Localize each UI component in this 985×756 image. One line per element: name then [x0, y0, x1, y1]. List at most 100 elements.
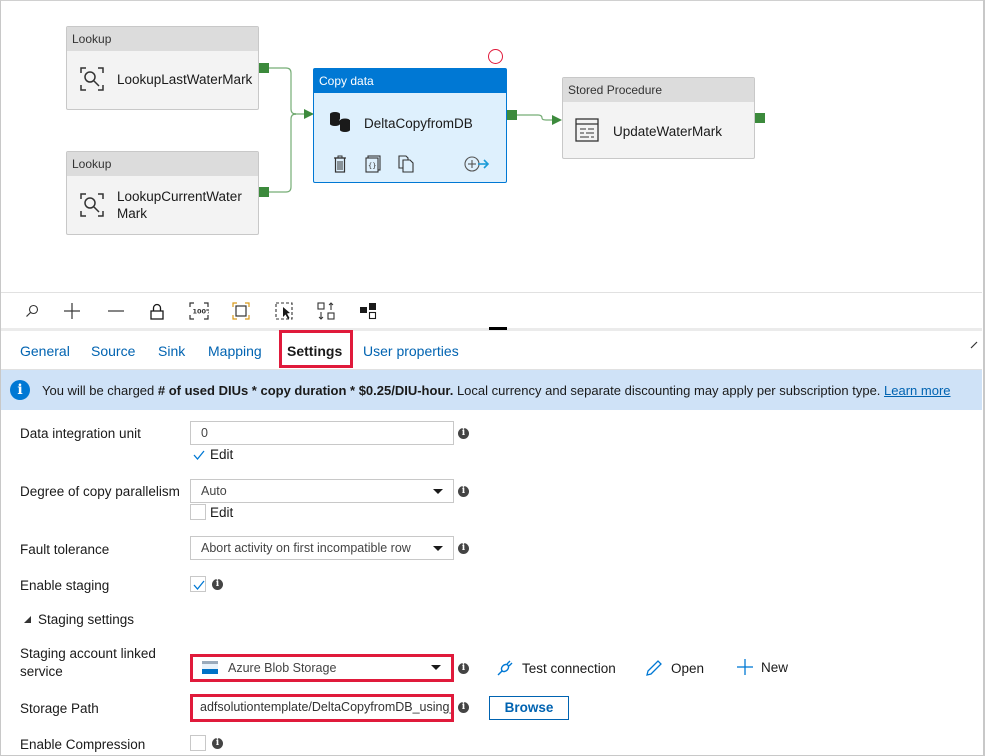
lock-button[interactable] — [146, 300, 168, 322]
diu-edit-label: Edit — [210, 447, 234, 462]
success-port[interactable] — [507, 110, 517, 120]
storage-path-label: Storage Path — [20, 701, 99, 716]
clone-icon[interactable] — [398, 155, 414, 173]
checkmark-icon — [193, 450, 205, 461]
tab-source[interactable]: Source — [91, 343, 135, 359]
tab-user-properties[interactable]: User properties — [363, 343, 459, 359]
connector-arrow — [552, 115, 562, 125]
activity-type-label: Stored Procedure — [563, 78, 754, 102]
zoom-100-button[interactable]: 100% — [188, 300, 210, 322]
chevron-down-icon — [433, 546, 443, 551]
code-icon[interactable]: {} — [365, 155, 381, 173]
fit-to-window-icon — [232, 302, 250, 320]
new-label: New — [761, 659, 789, 675]
banner-text-pre: You will be charged — [42, 383, 158, 398]
expand-panel-icon[interactable] — [970, 341, 978, 349]
activity-stored-procedure[interactable]: Stored Procedure UpdateWaterMark — [562, 77, 755, 159]
activity-name: DeltaCopyfromDB — [364, 116, 473, 131]
info-icon[interactable]: i — [458, 543, 469, 554]
pencil-icon — [646, 660, 662, 676]
info-icon[interactable]: i — [212, 579, 223, 590]
lookup-icon — [80, 67, 104, 91]
banner-message: You will be charged # of used DIUs * cop… — [42, 383, 951, 398]
info-icon[interactable]: i — [458, 486, 469, 497]
new-button[interactable]: New — [737, 659, 788, 675]
activity-name-line1: LookupCurrentWater — [117, 189, 242, 204]
activity-type-label: Copy data — [314, 69, 506, 93]
activity-name: LookupLastWaterMark — [117, 72, 253, 87]
lock-icon — [150, 303, 164, 320]
zoom-out-button[interactable] — [105, 300, 127, 322]
enable-staging-checkbox[interactable] — [190, 576, 206, 592]
banner-text-bold: # of used DIUs * copy duration * $0.25/D… — [157, 383, 454, 398]
info-banner: i You will be charged # of used DIUs * c… — [1, 369, 982, 410]
checkmark-icon — [193, 580, 205, 591]
test-connection-button[interactable]: Test connection — [496, 659, 616, 677]
diu-edit-checkbox[interactable] — [190, 446, 206, 462]
tab-mapping[interactable]: Mapping — [208, 343, 262, 359]
splitter-handle[interactable] — [489, 327, 507, 330]
parallelism-edit-checkbox[interactable] — [190, 504, 206, 520]
zoom-100-icon: 100% — [189, 302, 209, 320]
enable-compression-checkbox[interactable] — [190, 735, 206, 751]
staging-settings-label: Staging settings — [38, 612, 135, 627]
info-icon[interactable]: i — [458, 428, 469, 439]
highlight-box-linked-service — [190, 654, 454, 682]
add-output-icon[interactable] — [464, 156, 490, 172]
auto-align-button[interactable] — [315, 300, 337, 322]
dependencies-button[interactable] — [357, 300, 379, 322]
activity-copy-data[interactable]: Copy data DeltaCopyfromDB {} — [313, 68, 507, 183]
diu-label: Data integration unit — [20, 426, 141, 441]
plug-icon — [497, 660, 513, 676]
plus-icon — [737, 659, 753, 675]
auto-align-icon — [317, 302, 335, 320]
canvas-toolbar: 100% — [1, 292, 982, 328]
browse-button[interactable]: Browse — [489, 696, 569, 720]
dependencies-icon — [360, 303, 377, 320]
search-icon — [26, 304, 39, 317]
label-line1: Staging account linked — [20, 646, 156, 661]
success-port[interactable] — [259, 63, 269, 73]
info-icon[interactable]: i — [458, 663, 469, 674]
fault-tolerance-value: Abort activity on first incompatible row — [201, 541, 411, 555]
search-button[interactable] — [21, 300, 43, 322]
activity-type-label: Lookup — [67, 27, 258, 51]
error-indicator-icon — [488, 49, 503, 64]
success-port[interactable] — [755, 113, 765, 123]
tab-sink[interactable]: Sink — [158, 343, 185, 359]
info-icon[interactable]: i — [212, 738, 223, 749]
parallelism-label: Degree of copy parallelism — [20, 484, 180, 499]
connector-lookup1-copy — [269, 67, 306, 115]
highlight-box-settings-tab — [279, 330, 353, 368]
fit-to-window-button[interactable] — [230, 300, 252, 322]
success-port[interactable] — [259, 187, 269, 197]
enable-staging-label: Enable staging — [20, 578, 110, 593]
enable-compression-label: Enable Compression — [20, 737, 146, 752]
label-line2: service — [20, 664, 63, 679]
test-connection-label: Test connection — [522, 660, 616, 676]
select-button[interactable] — [273, 300, 295, 322]
activity-lookup-current-watermark[interactable]: Lookup LookupCurrentWater Mark — [66, 151, 259, 235]
zoom-in-button[interactable] — [61, 300, 83, 322]
select-icon — [275, 302, 293, 320]
open-button[interactable]: Open — [645, 659, 704, 677]
parallelism-select[interactable]: Auto — [190, 479, 454, 503]
info-icon[interactable]: i — [458, 702, 469, 713]
activity-name: LookupCurrentWater Mark — [117, 188, 242, 222]
properties-tabs: General Source Sink Mapping Settings Use… — [1, 330, 982, 368]
collapse-triangle-icon — [24, 616, 31, 623]
zoom-in-icon — [64, 303, 80, 319]
activity-lookup-last-watermark[interactable]: Lookup LookupLastWaterMark — [66, 26, 259, 110]
staging-settings-expander[interactable]: Staging settings — [24, 612, 134, 627]
tab-general[interactable]: General — [20, 343, 70, 359]
database-icon — [330, 112, 351, 132]
pipeline-canvas[interactable]: Lookup LookupLastWaterMark Lookup Lookup… — [1, 1, 982, 291]
diu-input[interactable]: 0 — [190, 421, 454, 445]
activity-name-line2: Mark — [117, 206, 147, 221]
fault-tolerance-select[interactable]: Abort activity on first incompatible row — [190, 536, 454, 560]
activity-type-label: Lookup — [67, 152, 258, 176]
open-label: Open — [671, 660, 705, 676]
delete-icon[interactable] — [333, 155, 347, 173]
banner-text-post: Local currency and separate discounting … — [453, 383, 885, 398]
learn-more-link[interactable]: Learn more — [884, 383, 950, 398]
